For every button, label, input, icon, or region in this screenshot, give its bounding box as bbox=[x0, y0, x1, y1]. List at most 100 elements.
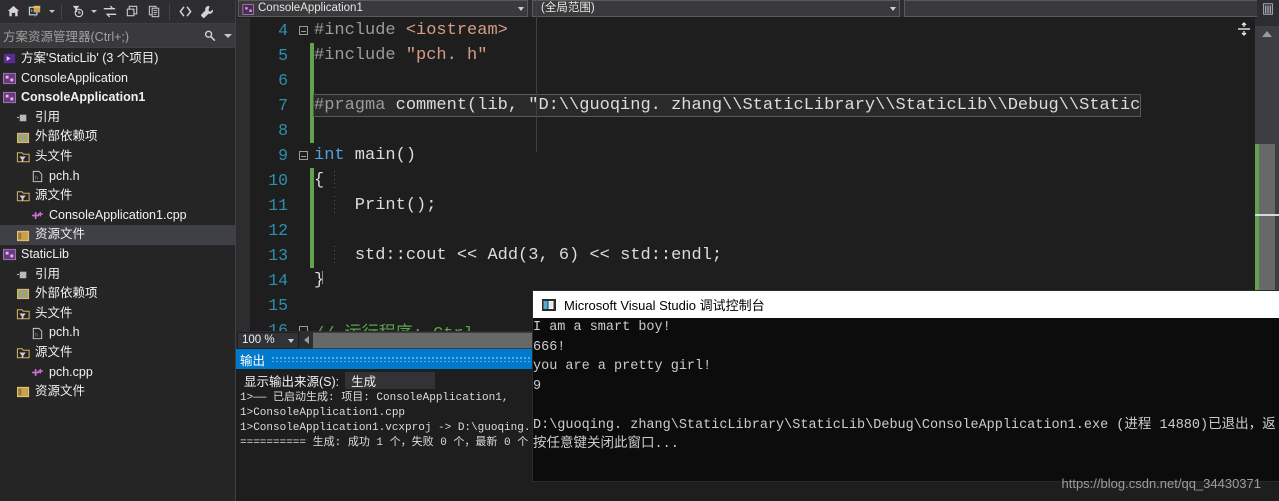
tree-item-7[interactable]: 源文件 bbox=[0, 186, 235, 206]
output-source-label: 显示输出来源(S): bbox=[244, 374, 340, 389]
code-line[interactable]: 9 int main() bbox=[250, 143, 1255, 168]
project-icon bbox=[2, 71, 17, 86]
tree-item-9[interactable]: 资源文件 bbox=[0, 225, 235, 245]
output-pane: 输出 显示输出来源(S): 生成 1>—— 已启动生成: 项目: Console… bbox=[236, 349, 536, 501]
tree-item-5[interactable]: 头文件 bbox=[0, 147, 235, 167]
tree-item-11[interactable]: 引用 bbox=[0, 265, 235, 285]
editor-indicator-margin bbox=[236, 18, 250, 331]
editor-split-handle[interactable] bbox=[1233, 18, 1255, 40]
tree-item-6[interactable]: h pch.h bbox=[0, 167, 235, 187]
tree-item-label: StaticLib bbox=[21, 246, 69, 261]
code-line[interactable]: 10 { bbox=[250, 168, 1255, 193]
scroll-left-arrow-icon[interactable] bbox=[299, 332, 313, 349]
show-all-files-icon[interactable] bbox=[143, 1, 165, 23]
search-options-chevron-down-icon[interactable] bbox=[221, 33, 235, 38]
dropdown-caret-icon[interactable] bbox=[46, 1, 57, 23]
solution-tree[interactable]: 方案'StaticLib' (3 个项目) ConsoleApplication C… bbox=[0, 49, 235, 501]
editor-window-chrome bbox=[1257, 0, 1279, 18]
vs-window: 方案'StaticLib' (3 个项目) ConsoleApplication C… bbox=[0, 0, 1279, 501]
chevron-down-icon[interactable] bbox=[518, 7, 524, 11]
change-marker bbox=[310, 293, 314, 318]
tree-item-8[interactable]: ConsoleApplication1.cpp bbox=[0, 206, 235, 226]
tree-item-4[interactable]: 外部依赖项 bbox=[0, 127, 235, 147]
pending-changes-filter-icon[interactable] bbox=[66, 1, 88, 23]
output-tab-drag-dots bbox=[271, 356, 532, 362]
change-marker bbox=[310, 218, 314, 243]
resource-folder-icon bbox=[16, 228, 31, 243]
line-number: 11 bbox=[268, 196, 288, 215]
console-output-text[interactable]: I am a smart boy! 666! you are a pretty … bbox=[533, 318, 1279, 481]
tree-item-label: ConsoleApplication1.cpp bbox=[49, 207, 187, 222]
properties-icon[interactable] bbox=[196, 1, 218, 23]
svg-text:h: h bbox=[35, 175, 38, 181]
chevron-down-icon-2[interactable] bbox=[890, 7, 896, 11]
code-line[interactable]: 11 Print(); bbox=[250, 193, 1255, 218]
tree-item-label: pch.h bbox=[49, 325, 80, 340]
tree-item-1[interactable]: ConsoleApplication bbox=[0, 69, 235, 89]
solution-explorer-search[interactable] bbox=[0, 24, 235, 48]
output-source-dropdown[interactable]: 生成 bbox=[345, 371, 436, 389]
scroll-up-arrow-icon[interactable] bbox=[1255, 26, 1279, 42]
tree-item-13[interactable]: 头文件 bbox=[0, 304, 235, 324]
scope-selector-dropdown[interactable]: (全局范围) bbox=[532, 0, 900, 17]
console-title-bar[interactable]: Microsoft Visual Studio 调试控制台 bbox=[533, 291, 1279, 318]
member-selector-dropdown[interactable] bbox=[904, 0, 1277, 17]
editor-vertical-scrollbar[interactable] bbox=[1255, 18, 1279, 331]
collapse-outline-icon[interactable] bbox=[296, 26, 310, 35]
document-outline-icon bbox=[1263, 3, 1273, 15]
tree-item-16[interactable]: pch.cpp bbox=[0, 363, 235, 383]
search-icon[interactable] bbox=[199, 29, 221, 43]
code-editor[interactable]: 4 #include <iostream> 5 #include "pch. h" 6 7… bbox=[236, 18, 1279, 331]
code-text: #pragma comment(lib, "D:\\guoqing. zhang… bbox=[312, 94, 1142, 117]
indent-guide bbox=[334, 246, 335, 265]
code-line[interactable]: 13 std::cout << Add(3, 6) << std::endl; bbox=[250, 243, 1255, 268]
line-number: 13 bbox=[268, 246, 288, 265]
change-marker bbox=[310, 68, 314, 93]
sync-with-active-document-icon[interactable] bbox=[24, 1, 46, 23]
search-input[interactable] bbox=[0, 28, 199, 43]
tree-item-3[interactable]: 引用 bbox=[0, 108, 235, 128]
output-pane-divider bbox=[536, 0, 537, 152]
code-text: #include "pch. h" bbox=[314, 46, 488, 65]
code-line[interactable]: 7 #pragma comment(lib, "D:\\guoqing. zhan… bbox=[250, 93, 1255, 118]
debug-console-window[interactable]: Microsoft Visual Studio 调试控制台 I am a sma… bbox=[533, 291, 1279, 481]
console-title-label: Microsoft Visual Studio 调试控制台 bbox=[564, 298, 765, 313]
code-line[interactable]: 12 bbox=[250, 218, 1255, 243]
tree-item-label: 资源文件 bbox=[35, 384, 86, 399]
code-line[interactable]: 6 bbox=[250, 68, 1255, 93]
line-number: 5 bbox=[278, 46, 288, 65]
project-selector-dropdown[interactable]: ConsoleApplication1 bbox=[238, 0, 528, 17]
code-line[interactable]: 14} bbox=[250, 268, 1255, 293]
line-number: 9 bbox=[278, 146, 288, 165]
tree-item-10[interactable]: StaticLib bbox=[0, 245, 235, 265]
line-number: 14 bbox=[268, 271, 288, 290]
view-code-icon[interactable] bbox=[174, 1, 196, 23]
tree-item-14[interactable]: h pch.h bbox=[0, 323, 235, 343]
collapse-outline-icon[interactable] bbox=[296, 151, 310, 160]
solution-explorer-panel: 方案'StaticLib' (3 个项目) ConsoleApplication C… bbox=[0, 0, 236, 501]
zoom-level-dropdown[interactable]: 100 % bbox=[237, 331, 299, 349]
code-text: int main() bbox=[314, 146, 417, 165]
tree-item-17[interactable]: 资源文件 bbox=[0, 382, 235, 402]
refresh-icon[interactable] bbox=[99, 1, 121, 23]
code-line[interactable]: 4 #include <iostream> bbox=[250, 18, 1255, 43]
tree-item-2[interactable]: ConsoleApplication1 bbox=[0, 88, 235, 108]
output-tab[interactable]: 输出 bbox=[236, 349, 536, 369]
project-icon bbox=[2, 90, 17, 105]
output-text[interactable]: 1>—— 已启动生成: 项目: ConsoleApplication1, 1>C… bbox=[236, 391, 536, 501]
project-icon bbox=[242, 4, 254, 15]
tree-item-label: 资源文件 bbox=[35, 227, 86, 242]
tree-item-0[interactable]: 方案'StaticLib' (3 个项目) bbox=[0, 49, 235, 69]
tree-item-15[interactable]: 源文件 bbox=[0, 343, 235, 363]
dropdown-caret-icon-2[interactable] bbox=[88, 1, 99, 23]
scrollbar-thumb[interactable] bbox=[1255, 144, 1275, 296]
collapse-all-icon[interactable] bbox=[121, 1, 143, 23]
svg-text:h: h bbox=[35, 332, 38, 338]
code-lines[interactable]: 4 #include <iostream> 5 #include "pch. h" 6 7… bbox=[250, 18, 1255, 331]
scrollbar-caret-marker bbox=[1255, 214, 1279, 216]
code-line[interactable]: 8 bbox=[250, 118, 1255, 143]
tree-item-12[interactable]: 外部依赖项 bbox=[0, 284, 235, 304]
code-line[interactable]: 5 #include "pch. h" bbox=[250, 43, 1255, 68]
chevron-down-icon-3[interactable] bbox=[288, 338, 294, 343]
home-icon[interactable] bbox=[2, 1, 24, 23]
